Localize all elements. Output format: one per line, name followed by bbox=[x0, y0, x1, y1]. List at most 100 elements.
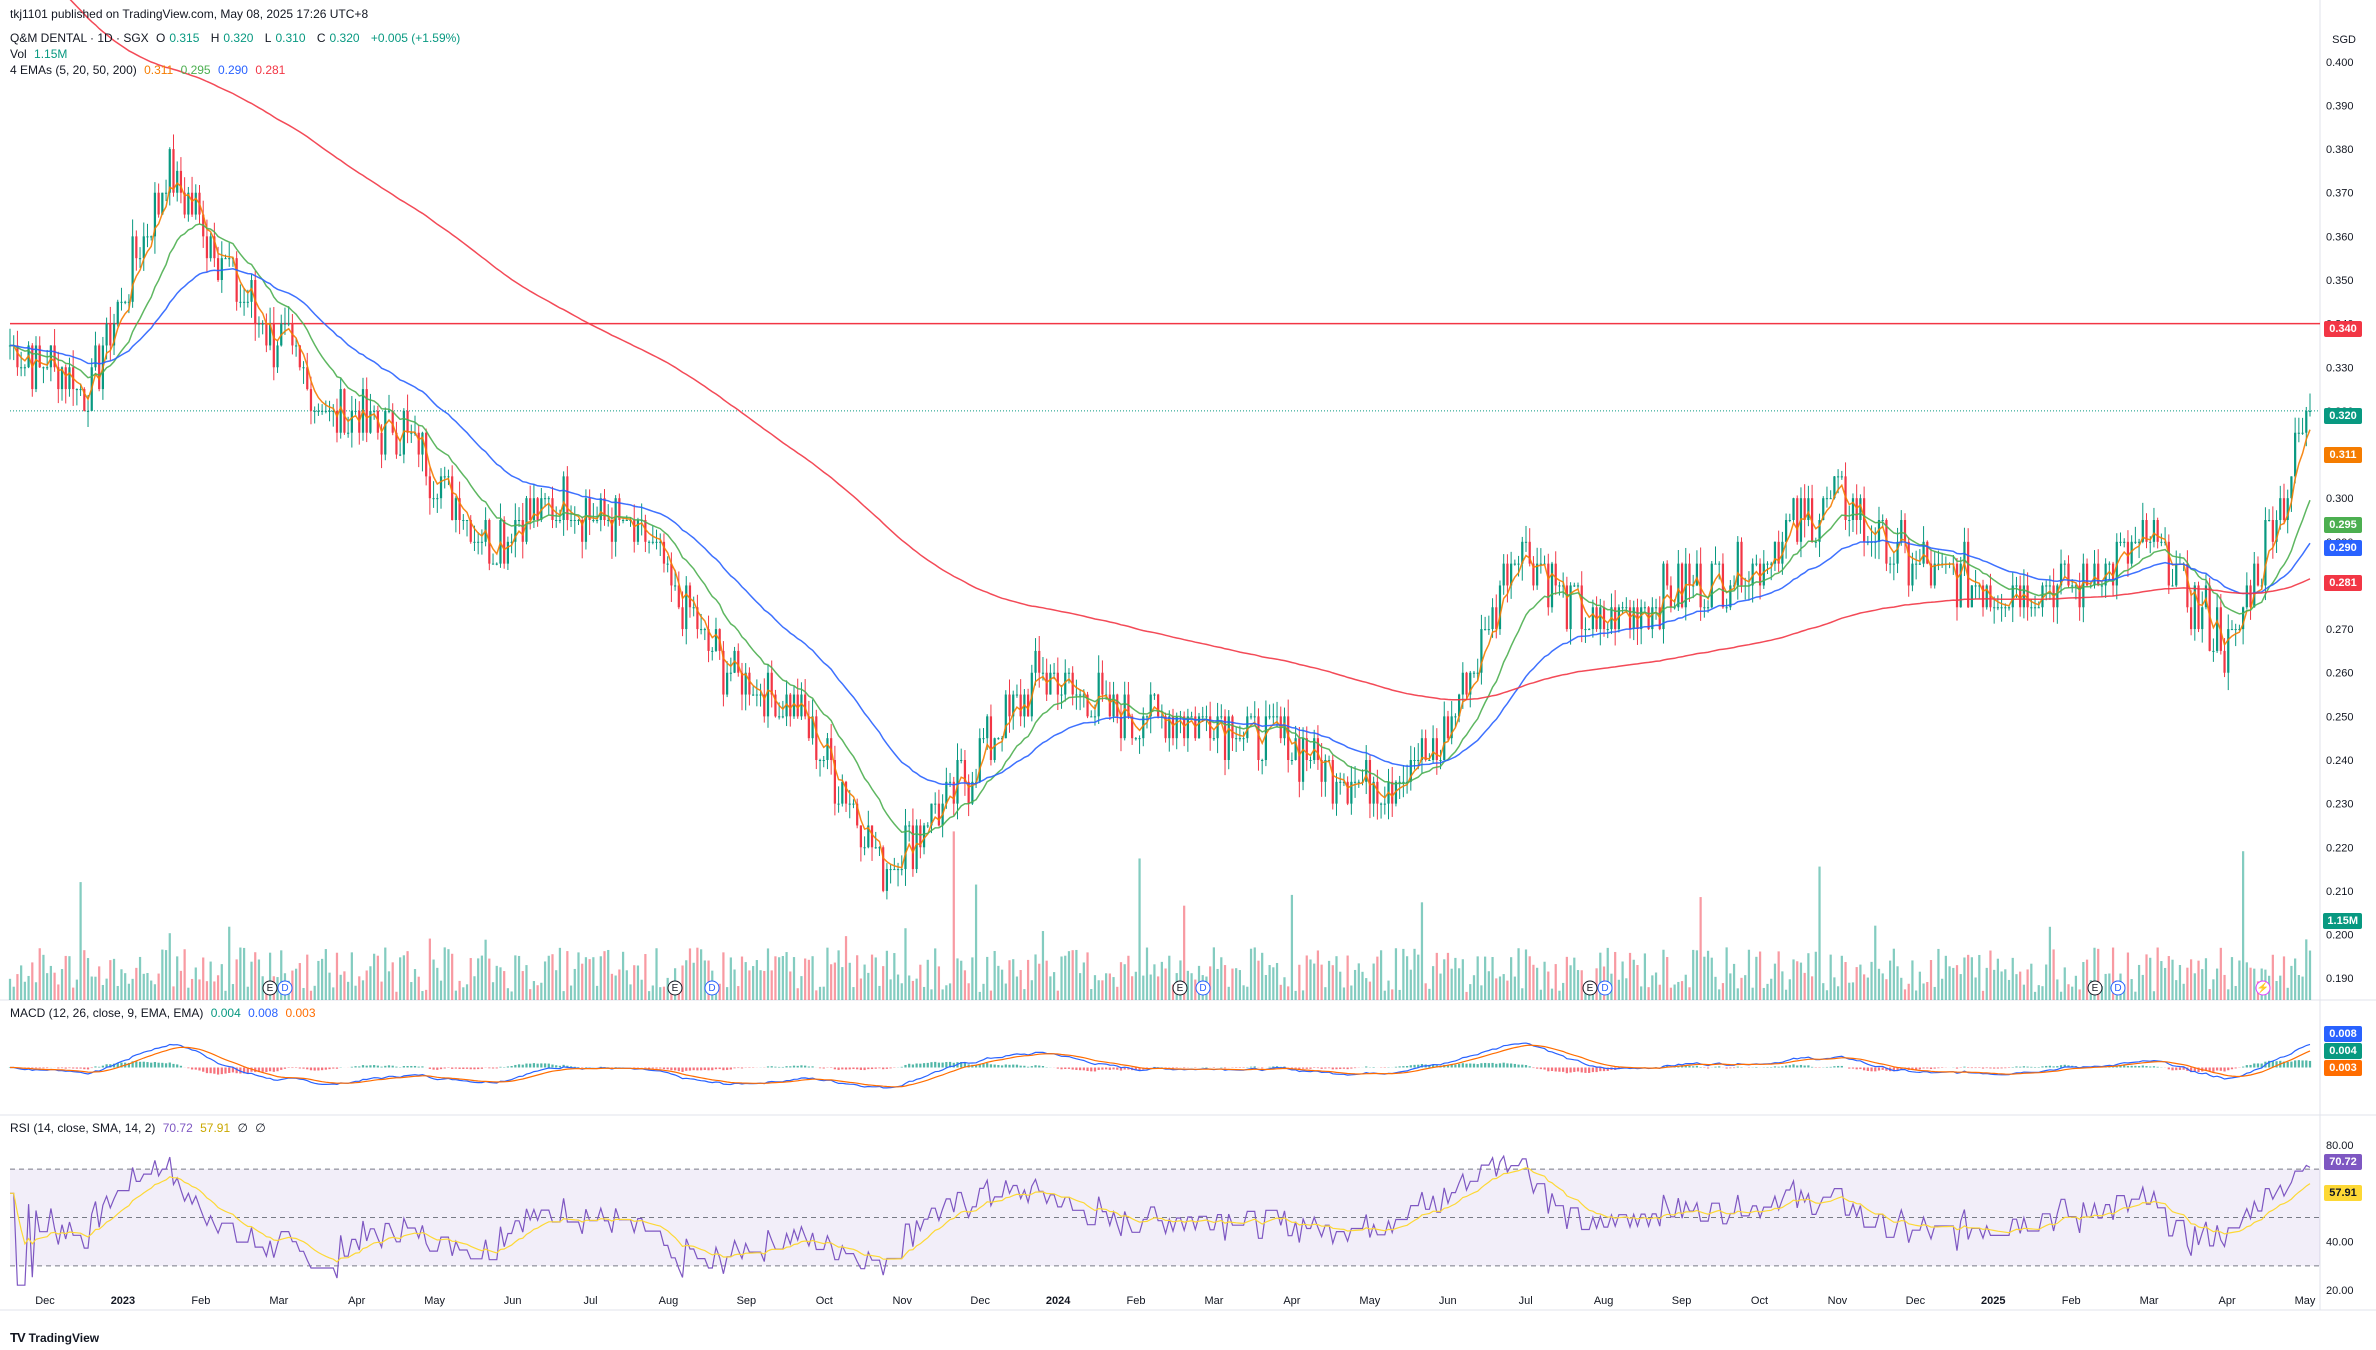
rsi-price-tag: 70.72 bbox=[2324, 1154, 2362, 1170]
candle-body bbox=[454, 498, 457, 520]
volume-bar bbox=[1487, 971, 1490, 1000]
candle-body bbox=[1357, 781, 1360, 783]
candle-body bbox=[1974, 585, 1977, 587]
volume-bar bbox=[1959, 974, 1962, 1000]
volume-bar bbox=[1045, 960, 1048, 1000]
candle-body bbox=[1242, 738, 1245, 740]
chart-canvas[interactable]: 0.400 0.390 0.380 0.370 0.360 0.350 0.340 0.330… bbox=[0, 0, 2376, 1350]
candle-body bbox=[859, 825, 863, 848]
macd-histogram-bar bbox=[1034, 1065, 1037, 1068]
macd-histogram-bar bbox=[662, 1067, 666, 1070]
volume-bar bbox=[1134, 971, 1137, 1000]
macd-histogram-bar bbox=[529, 1063, 532, 1068]
candle-body bbox=[1848, 520, 1851, 521]
macd-histogram-bar bbox=[168, 1062, 171, 1068]
volume-bar bbox=[1413, 948, 1416, 1000]
macd-histogram-bar bbox=[740, 1067, 744, 1069]
volume-bar bbox=[1209, 966, 1212, 1000]
currency-label[interactable]: SGD bbox=[2332, 34, 2356, 46]
macd-histogram-bar bbox=[387, 1065, 391, 1068]
candle-body bbox=[1324, 760, 1327, 782]
volume-bar bbox=[1706, 950, 1710, 1000]
volume-bar bbox=[1309, 959, 1312, 1000]
volume-bar bbox=[785, 952, 788, 1000]
macd-histogram-bar bbox=[153, 1061, 157, 1068]
macd-histogram-bar bbox=[1933, 1067, 1936, 1069]
macd-histogram-bar bbox=[265, 1067, 268, 1073]
macd-histogram-bar bbox=[670, 1067, 673, 1071]
volume-bar bbox=[1253, 947, 1256, 1000]
time-tick-label: Apr bbox=[348, 1295, 365, 1307]
macd-legend[interactable]: MACD (12, 26, close, 9, EMA, EMA) 0.004 … bbox=[10, 1005, 320, 1021]
candle-body bbox=[633, 520, 636, 542]
candle-body bbox=[384, 410, 387, 455]
volume-bar bbox=[2145, 954, 2148, 1000]
candle-body bbox=[1079, 694, 1082, 696]
candle-body bbox=[79, 389, 82, 391]
volume-bar bbox=[748, 970, 751, 1000]
candle-body bbox=[1907, 541, 1910, 586]
volume-bar bbox=[1669, 987, 1673, 1000]
macd-histogram-bar bbox=[774, 1066, 777, 1068]
candle-body bbox=[194, 192, 197, 215]
macd-histogram-bar bbox=[1536, 1067, 1539, 1069]
macd-histogram-bar bbox=[729, 1067, 732, 1070]
rsi-legend[interactable]: RSI (14, close, SMA, 14, 2) 70.72 57.91 … bbox=[10, 1120, 270, 1136]
macd-histogram-bar bbox=[34, 1067, 38, 1069]
volume-bar bbox=[1807, 953, 1810, 1000]
macd-histogram-bar bbox=[101, 1065, 105, 1068]
macd-line-value: 0.008 bbox=[248, 1006, 279, 1020]
volume-bar bbox=[2104, 973, 2107, 1000]
candle-body bbox=[986, 716, 989, 739]
volume-bar bbox=[1900, 977, 1903, 1000]
candle-body bbox=[421, 432, 424, 455]
volume-bar bbox=[1287, 986, 1290, 1000]
volume-bar bbox=[454, 990, 457, 1000]
candle-body bbox=[863, 847, 866, 849]
volume-bar bbox=[889, 979, 892, 1000]
macd-histogram-bar bbox=[2137, 1065, 2141, 1068]
volume-bar bbox=[1937, 948, 1940, 1000]
candle-body bbox=[354, 410, 357, 412]
candle-body bbox=[224, 258, 227, 260]
symbol-legend[interactable]: Q&M DENTAL · 1D · SGX O 0.315 H 0.320 L 0.3… bbox=[10, 30, 464, 46]
macd-histogram-bar bbox=[2249, 1064, 2252, 1068]
rsi-tick-label: 40.00 bbox=[2326, 1237, 2354, 1249]
macd-histogram-bar bbox=[1799, 1064, 1803, 1068]
time-tick-label: Feb bbox=[191, 1295, 210, 1307]
macd-histogram-bar bbox=[458, 1067, 461, 1069]
candle-body bbox=[2160, 541, 2163, 543]
volume-bar bbox=[740, 956, 744, 1000]
candle-body bbox=[1461, 672, 1464, 695]
volume-bar bbox=[306, 954, 309, 1000]
candle-body bbox=[848, 803, 851, 805]
candle-body bbox=[889, 869, 892, 871]
volume-bar bbox=[2156, 947, 2159, 1000]
volume-bar bbox=[358, 976, 361, 1000]
volume-bar bbox=[1420, 902, 1424, 1000]
volume-bar bbox=[856, 955, 859, 1000]
volume-bar bbox=[1149, 974, 1152, 1000]
volume-legend[interactable]: Vol 1.15M bbox=[10, 46, 71, 62]
candle-body bbox=[242, 301, 246, 303]
volume-bar bbox=[1621, 961, 1624, 1000]
macd-histogram-bar bbox=[1777, 1066, 1780, 1068]
volume-bar bbox=[778, 957, 781, 1000]
volume-bar bbox=[1628, 952, 1632, 1000]
rsi-ma-price-tag: 57.91 bbox=[2324, 1185, 2362, 1201]
time-tick-label: Aug bbox=[1594, 1295, 1614, 1307]
macd-histogram-bar bbox=[1576, 1067, 1580, 1072]
volume-bar bbox=[2074, 975, 2078, 1000]
volume-bar bbox=[380, 981, 383, 1000]
volume-bar bbox=[194, 967, 197, 1000]
macd-histogram-bar bbox=[57, 1067, 60, 1069]
candle-body bbox=[885, 869, 889, 891]
volume-bar bbox=[1484, 956, 1487, 1000]
volume-bar bbox=[1632, 959, 1635, 1000]
volume-bar bbox=[1030, 980, 1033, 1000]
ema-legend[interactable]: 4 EMAs (5, 20, 50, 200) 0.311 0.295 0.29… bbox=[10, 62, 289, 78]
tradingview-brand[interactable]: TV TradingView bbox=[10, 1330, 99, 1345]
volume-bar bbox=[1699, 897, 1702, 1000]
macd-histogram-bar bbox=[1866, 1067, 1869, 1071]
candle-body bbox=[1550, 563, 1554, 608]
